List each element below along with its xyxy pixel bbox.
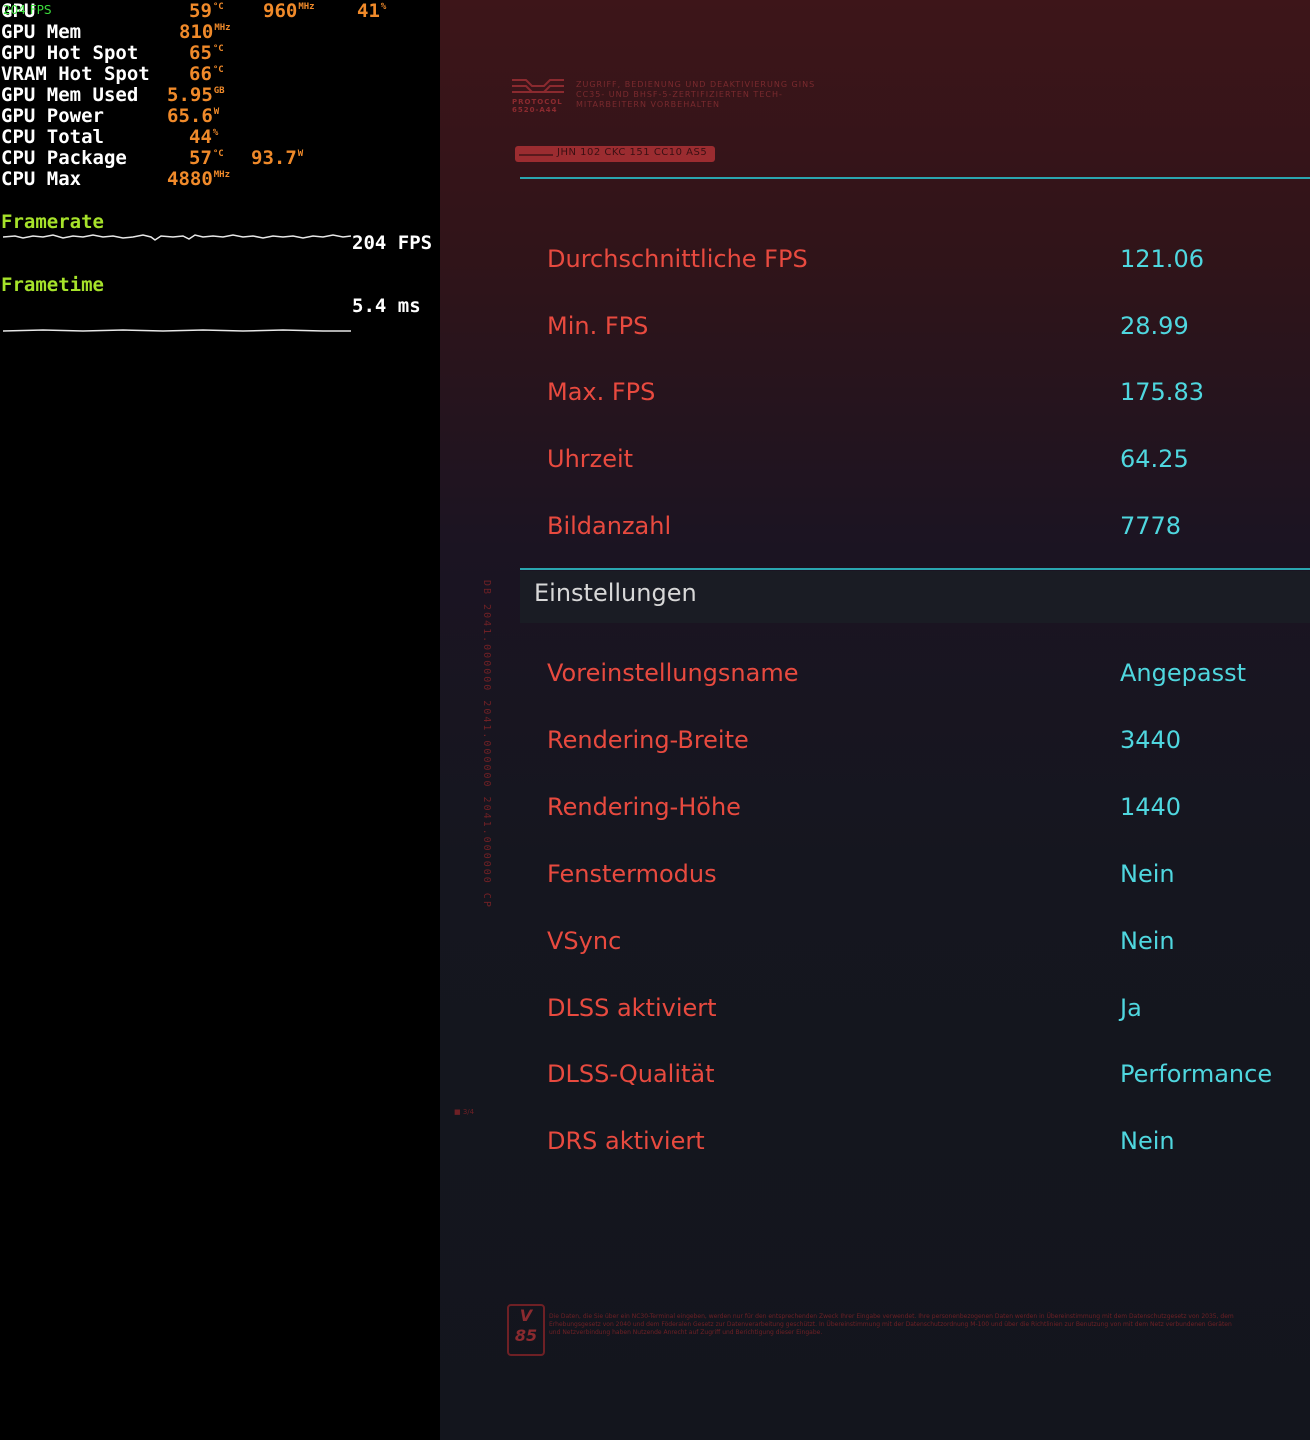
row-value: 175.83 <box>1120 378 1204 407</box>
setting-row: Fenstermodus Nein <box>547 854 1287 894</box>
setting-row: Rendering-Höhe 1440 <box>547 787 1287 827</box>
frametime-label: Frametime <box>1 274 104 296</box>
protocol-description: ZUGRIFF, BEDIENUNG UND DEAKTIVIERUNG GIN… <box>576 80 816 109</box>
result-row: Max. FPS 175.83 <box>547 372 1287 412</box>
v85-badge-icon: V 85 <box>507 1304 545 1356</box>
osd-unit: MHz <box>214 23 231 33</box>
row-value: Nein <box>1120 1127 1175 1156</box>
frametime-value: 5.4 ms <box>352 295 421 317</box>
osd-row-label: GPU Mem Used <box>1 84 139 106</box>
osd-row-label: GPU Power <box>1 105 104 127</box>
row-value: 28.99 <box>1120 311 1189 340</box>
setting-row: DLSS aktiviert Ja <box>547 988 1287 1028</box>
osd-row-label: GPU Mem <box>1 21 82 43</box>
osd-unit: °C <box>212 2 224 12</box>
osd-row: GPU 59°C 960MHz 41% <box>1 1 437 22</box>
osd-row: CPU Package 57°C 93.7W <box>1 148 437 169</box>
code-badge: JHN 102 CKC 151 CC10 AS5 <box>515 146 715 162</box>
result-row: Uhrzeit 64.25 <box>547 439 1287 479</box>
osd-unit: °C <box>212 65 224 75</box>
row-label: Uhrzeit <box>547 445 634 474</box>
osd-row: GPU Power 65.6W <box>1 106 437 127</box>
result-row: Min. FPS 28.99 <box>547 306 1287 346</box>
setting-row: Voreinstellungsname Angepasst <box>547 653 1287 693</box>
framerate-label: Framerate <box>1 211 104 233</box>
osd-fps-tag: 204 FPS <box>3 3 52 17</box>
osd-row-label: VRAM Hot Spot <box>1 63 150 85</box>
row-value: Ja <box>1120 993 1142 1022</box>
row-value: 3440 <box>1120 725 1182 754</box>
osd-unit: % <box>380 2 387 12</box>
row-value: Nein <box>1120 859 1175 888</box>
osd-row: GPU Mem 810MHz <box>1 22 437 43</box>
row-value: 1440 <box>1120 792 1182 821</box>
vertical-serial-text: DB 2041.000000 2041.000000 2041.000000 C… <box>481 580 492 909</box>
framerate-graph <box>3 234 351 241</box>
osd-row-value: 4880MHz <box>167 168 231 190</box>
osd-row: VRAM Hot Spot 66°C <box>1 64 437 85</box>
row-label: Rendering-Breite <box>547 725 749 754</box>
settings-divider <box>520 568 1310 570</box>
osd-unit: % <box>212 128 219 138</box>
setting-row: DLSS-Qualität Performance <box>547 1054 1287 1094</box>
row-value: 7778 <box>1120 511 1182 540</box>
row-label: DLSS-Qualität <box>547 1060 715 1089</box>
row-label: Voreinstellungsname <box>547 659 799 687</box>
row-label: Max. FPS <box>547 378 656 407</box>
row-label: VSync <box>547 926 622 955</box>
row-label: DLSS aktiviert <box>547 993 717 1022</box>
benchmark-results-panel: PROTOCOL 6520-A44 ZUGRIFF, BEDIENUNG UND… <box>440 0 1310 1440</box>
osd-row-label: CPU Package <box>1 147 127 169</box>
row-label: Min. FPS <box>547 311 649 340</box>
osd-overlay: GPU 59°C 960MHz 41% GPU Mem 810MHz GPU Hot Spo… <box>0 0 440 1440</box>
setting-row: VSync Nein <box>547 921 1287 961</box>
row-label: Bildanzahl <box>547 511 672 540</box>
row-value: Angepasst <box>1120 659 1246 687</box>
row-label: Rendering-Höhe <box>547 792 741 821</box>
framerate-value: 204 FPS <box>352 232 433 254</box>
settings-section-header: Einstellungen <box>520 571 1310 623</box>
row-label: Fenstermodus <box>547 859 717 888</box>
osd-unit: W <box>213 107 220 117</box>
osd-row: GPU Hot Spot 65°C <box>1 43 437 64</box>
settings-section-title: Einstellungen <box>534 579 697 607</box>
osd-row-label: CPU Max <box>1 168 82 190</box>
osd-row: CPU Max 4880MHz <box>1 169 437 190</box>
osd-unit: GB <box>213 86 225 96</box>
row-label: DRS aktiviert <box>547 1127 705 1156</box>
page-marker: ■ 3/4 <box>454 1108 475 1116</box>
top-divider <box>520 177 1310 179</box>
result-row: Durchschnittliche FPS 121.06 <box>547 239 1287 279</box>
setting-row: Rendering-Breite 3440 <box>547 720 1287 760</box>
osd-unit: MHz <box>213 170 231 180</box>
row-value: Performance <box>1120 1060 1273 1089</box>
protocol-label: PROTOCOL 6520-A44 <box>512 98 563 114</box>
osd-row: CPU Total 44% <box>1 127 437 148</box>
frametime-graph <box>3 329 351 332</box>
result-row: Bildanzahl 7778 <box>547 506 1287 546</box>
osd-row-label: GPU Hot Spot <box>1 42 139 64</box>
row-label: Durchschnittliche FPS <box>547 245 808 273</box>
row-value: Nein <box>1120 926 1175 955</box>
osd-unit: W <box>297 149 304 159</box>
row-value: 121.06 <box>1120 245 1204 273</box>
osd-unit: °C <box>212 44 224 54</box>
osd-unit: MHz <box>298 2 315 12</box>
osd-unit: °C <box>212 149 224 159</box>
setting-row: DRS aktiviert Nein <box>547 1121 1287 1161</box>
osd-row: GPU Mem Used 5.95GB <box>1 85 437 106</box>
row-value: 64.25 <box>1120 445 1189 474</box>
osd-row-label: CPU Total <box>1 126 104 148</box>
legal-footer: Die Daten, die Sie über ein NC30-Termina… <box>549 1313 1234 1336</box>
